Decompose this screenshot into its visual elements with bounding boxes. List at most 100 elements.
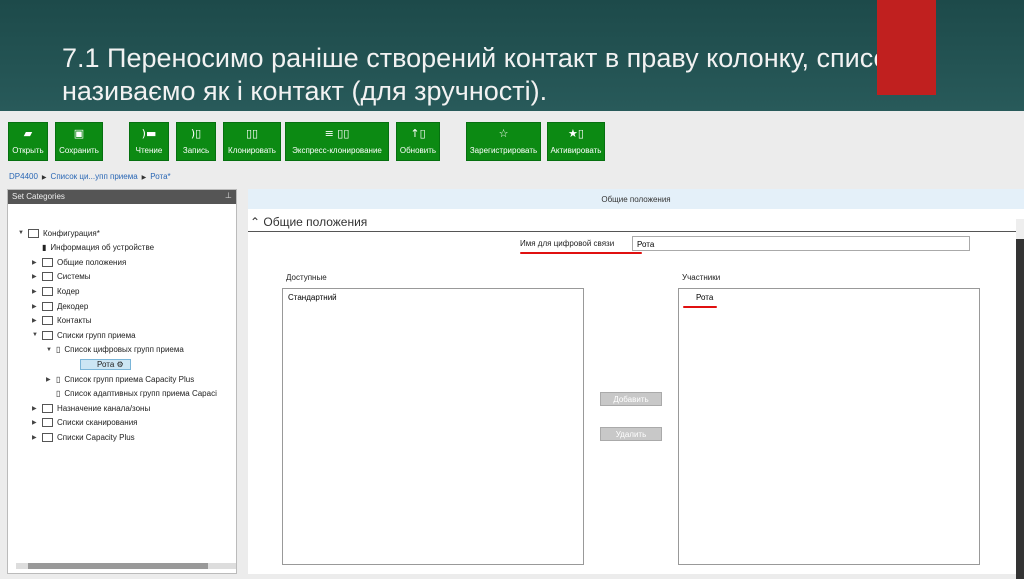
tree-item-label: Кодер [57, 286, 80, 296]
toolbar-button-1[interactable]: ▣ Сохранить [55, 122, 103, 161]
folder-icon [42, 316, 53, 326]
tree-item-label: Информация об устройстве [50, 243, 155, 253]
available-label: Доступные [286, 273, 327, 282]
tree-item[interactable]: ▯ Список адаптивных групп приема Capaci [46, 387, 217, 401]
tree-item[interactable]: ▶ ▯ Список групп приема Capacity Plus [46, 372, 194, 386]
breadcrumb-current[interactable]: Рота* [150, 172, 170, 181]
set-categories-panel: Set Categories ⊥ ▼ Конфигурация* ▮ Информац… [7, 189, 237, 574]
main-header: Общие положения [248, 189, 1024, 209]
tree-item[interactable]: ▶ Системы [32, 270, 91, 284]
tree-item-label: Списки групп приема [57, 330, 136, 340]
tree-item-label: Контакты [57, 316, 92, 326]
toolbar-button-2[interactable]: )▬ Чтение [129, 122, 169, 161]
chevron-right-icon[interactable]: ▶ [32, 317, 42, 324]
breadcrumb: DP4400 ▶ Список ци...упп приема ▶ Рота* [9, 172, 171, 181]
folder-icon [42, 301, 53, 311]
chevron-right-icon[interactable]: ▶ [32, 273, 42, 280]
toolbar-button-7[interactable]: ☆ Зарегистрировать [466, 122, 541, 161]
chevron-down-icon[interactable]: ▼ [46, 347, 56, 353]
toolbar-button-label: Клонировать [228, 146, 276, 155]
section-title: Общие положения [263, 215, 368, 229]
tree-item-label: Список адаптивных групп приема Capaci [64, 389, 217, 399]
tree-item[interactable]: ▼ Списки групп приема [32, 328, 136, 342]
document-icon: ▯ [56, 389, 61, 399]
name-input[interactable]: Рота [632, 236, 970, 251]
star-icon: ☆ [498, 127, 509, 140]
write-icon: )▯ [190, 127, 202, 140]
chevron-right-icon[interactable]: ▶ [32, 288, 42, 295]
update-icon: ↑▯ [410, 127, 426, 140]
tree-item[interactable]: ▶ Декодер [32, 299, 88, 313]
list-item[interactable]: Рота [684, 293, 974, 302]
section-header[interactable]: ⌃ Общие положения [248, 215, 1018, 232]
folder-icon [42, 418, 53, 428]
tree-item[interactable]: ▼ Конфигурация* [18, 226, 100, 240]
chevron-down-icon[interactable]: ▼ [32, 332, 42, 338]
chevron-right-icon[interactable]: ▶ [32, 303, 42, 310]
chevron-right-icon[interactable]: ▶ [32, 259, 42, 266]
breadcrumb-list[interactable]: Список ци...упп приема [51, 172, 138, 181]
toolbar-button-4[interactable]: ▯▯ Клонировать [223, 122, 281, 161]
annotation-underline [683, 306, 717, 308]
pin-icon[interactable]: ⊥ [225, 191, 232, 200]
add-button[interactable]: Добавить [600, 392, 662, 406]
available-list[interactable]: Стандартний [282, 288, 584, 565]
chevron-right-icon[interactable]: ▶ [32, 405, 42, 412]
tree-item-label: Рота [97, 359, 115, 369]
folder-icon [28, 228, 39, 238]
tree-item-label: Декодер [57, 301, 89, 311]
tree-item-label: Конфигурация* [43, 228, 100, 238]
tree-item[interactable]: Рота ⚙ [80, 357, 131, 371]
vertical-scrollbar[interactable] [1016, 219, 1024, 579]
gear-icon[interactable]: ⚙ [117, 360, 124, 369]
tree-item-label: Список групп приема Capacity Plus [64, 374, 195, 384]
tree-item-label: Списки сканирования [57, 418, 138, 428]
express-clone-icon: ≡ ▯▯ [324, 127, 350, 140]
folder-icon [42, 432, 53, 442]
tree-item-label: Список цифровых групп приема [64, 345, 184, 355]
tree-item[interactable]: ▶ Кодер [32, 284, 80, 298]
tree-item[interactable]: ▮ Информация об устройстве [32, 241, 154, 255]
tree-item[interactable]: ▶ Списки Capacity Plus [32, 430, 135, 444]
breadcrumb-device[interactable]: DP4400 [9, 172, 38, 181]
tree-item-label: Списки Capacity Plus [57, 432, 135, 442]
decorative-red-bar [877, 0, 936, 95]
radio-device-icon: ▮ [42, 243, 47, 253]
chevron-right-icon[interactable]: ▶ [46, 376, 56, 383]
tree-item[interactable]: ▼ ▯ Список цифровых групп приема [46, 343, 184, 357]
document-icon: ▯ [56, 374, 61, 384]
main-panel: Общие положения ⌃ Общие положения Имя дл… [248, 189, 1024, 579]
annotation-underline [520, 252, 642, 254]
read-icon: )▬ [141, 127, 157, 140]
toolbar-button-label: Сохранить [59, 146, 99, 155]
toolbar-button-label: Чтение [135, 146, 163, 155]
chevron-right-icon[interactable]: ▶ [32, 419, 42, 426]
chevron-down-icon[interactable]: ▼ [18, 230, 28, 236]
chevron-right-icon[interactable]: ▶ [32, 434, 42, 441]
slide-title-bar: 7.1 Переносимо раніше створений контакт … [0, 0, 1024, 111]
toolbar-button-8[interactable]: ★▯ Активировать [547, 122, 605, 161]
horizontal-scrollbar[interactable] [16, 563, 236, 569]
toolbar-button-3[interactable]: )▯ Запись [176, 122, 216, 161]
panel-title: Set Categories [8, 190, 236, 204]
list-item[interactable]: Стандартний [288, 293, 578, 302]
tree-item-label: Системы [57, 272, 91, 282]
toolbar-button-0[interactable]: ▰ Открыть [8, 122, 48, 161]
toolbar-button-5[interactable]: ≡ ▯▯ Экспресс-клонирование [285, 122, 389, 161]
folder-icon [42, 330, 53, 340]
toolbar-button-label: Открыть [12, 146, 44, 155]
toolbar-button-label: Активировать [550, 146, 602, 155]
tree-item[interactable]: ▶ Списки сканирования [32, 416, 138, 430]
tree-item-label: Общие положения [57, 257, 127, 267]
members-list[interactable]: Рота [678, 288, 980, 565]
toolbar-button-6[interactable]: ↑▯ Обновить [396, 122, 440, 161]
folder-icon [42, 272, 53, 282]
clone-icon: ▯▯ [245, 127, 259, 140]
tree-item[interactable]: ▶ Назначение канала/зоны [32, 401, 150, 415]
folder-icon [42, 257, 53, 267]
tree-item[interactable]: ▶ Контакты [32, 314, 92, 328]
tree-item[interactable]: ▶ Общие положения [32, 255, 126, 269]
document-icon: ▯ [56, 345, 61, 355]
activate-icon: ★▯ [568, 127, 584, 140]
remove-button[interactable]: Удалить [600, 427, 662, 441]
